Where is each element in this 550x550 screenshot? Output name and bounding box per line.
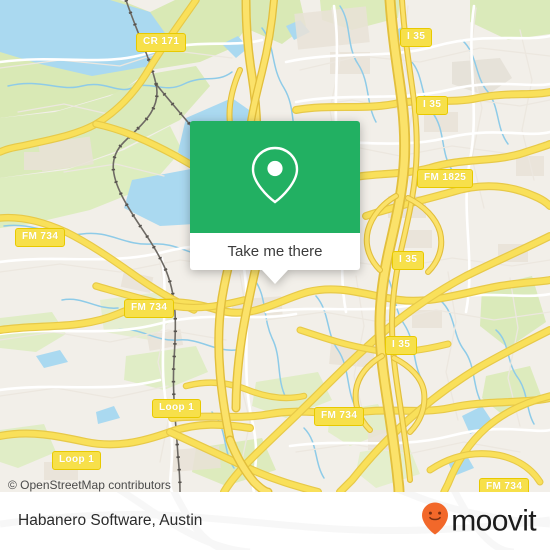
popup-action-bar[interactable]: Take me there [190, 233, 360, 270]
moovit-logo[interactable]: moovit [421, 502, 537, 541]
popup-tail [262, 270, 288, 284]
shield-fm-734-4: FM 734 [479, 478, 530, 492]
take-me-there-popup[interactable]: Take me there [190, 121, 360, 284]
shield-i-35-3: I 35 [392, 251, 425, 270]
shield-fm-1825: FM 1825 [417, 169, 474, 188]
moovit-map-screen: .rd-case { fill:none; stroke:#e7c948; st… [0, 0, 550, 550]
shield-fm-734-3: FM 734 [314, 407, 365, 426]
shield-i-35-2: I 35 [416, 96, 449, 115]
location-pin-icon [247, 144, 303, 211]
shield-loop-1-2: Loop 1 [52, 451, 102, 470]
popup-header [190, 121, 360, 233]
moovit-wordmark: moovit [451, 504, 536, 537]
shield-fm-734-2: FM 734 [124, 299, 175, 318]
shield-cr-171: CR 171 [136, 33, 187, 52]
place-title: Habanero Software, Austin [18, 512, 203, 529]
osm-attribution[interactable]: © OpenStreetMap contributors [8, 478, 171, 492]
take-me-there-label: Take me there [227, 243, 323, 260]
footer-bar: Habanero Software, Austin moovit [0, 492, 550, 550]
shield-loop-1-1: Loop 1 [152, 399, 202, 418]
shield-fm-734-1: FM 734 [15, 228, 66, 247]
moovit-pin-icon [421, 502, 449, 541]
map-canvas[interactable]: .rd-case { fill:none; stroke:#e7c948; st… [0, 0, 550, 492]
shield-i-35-1: I 35 [400, 28, 433, 47]
shield-i-35-4: I 35 [385, 336, 418, 355]
